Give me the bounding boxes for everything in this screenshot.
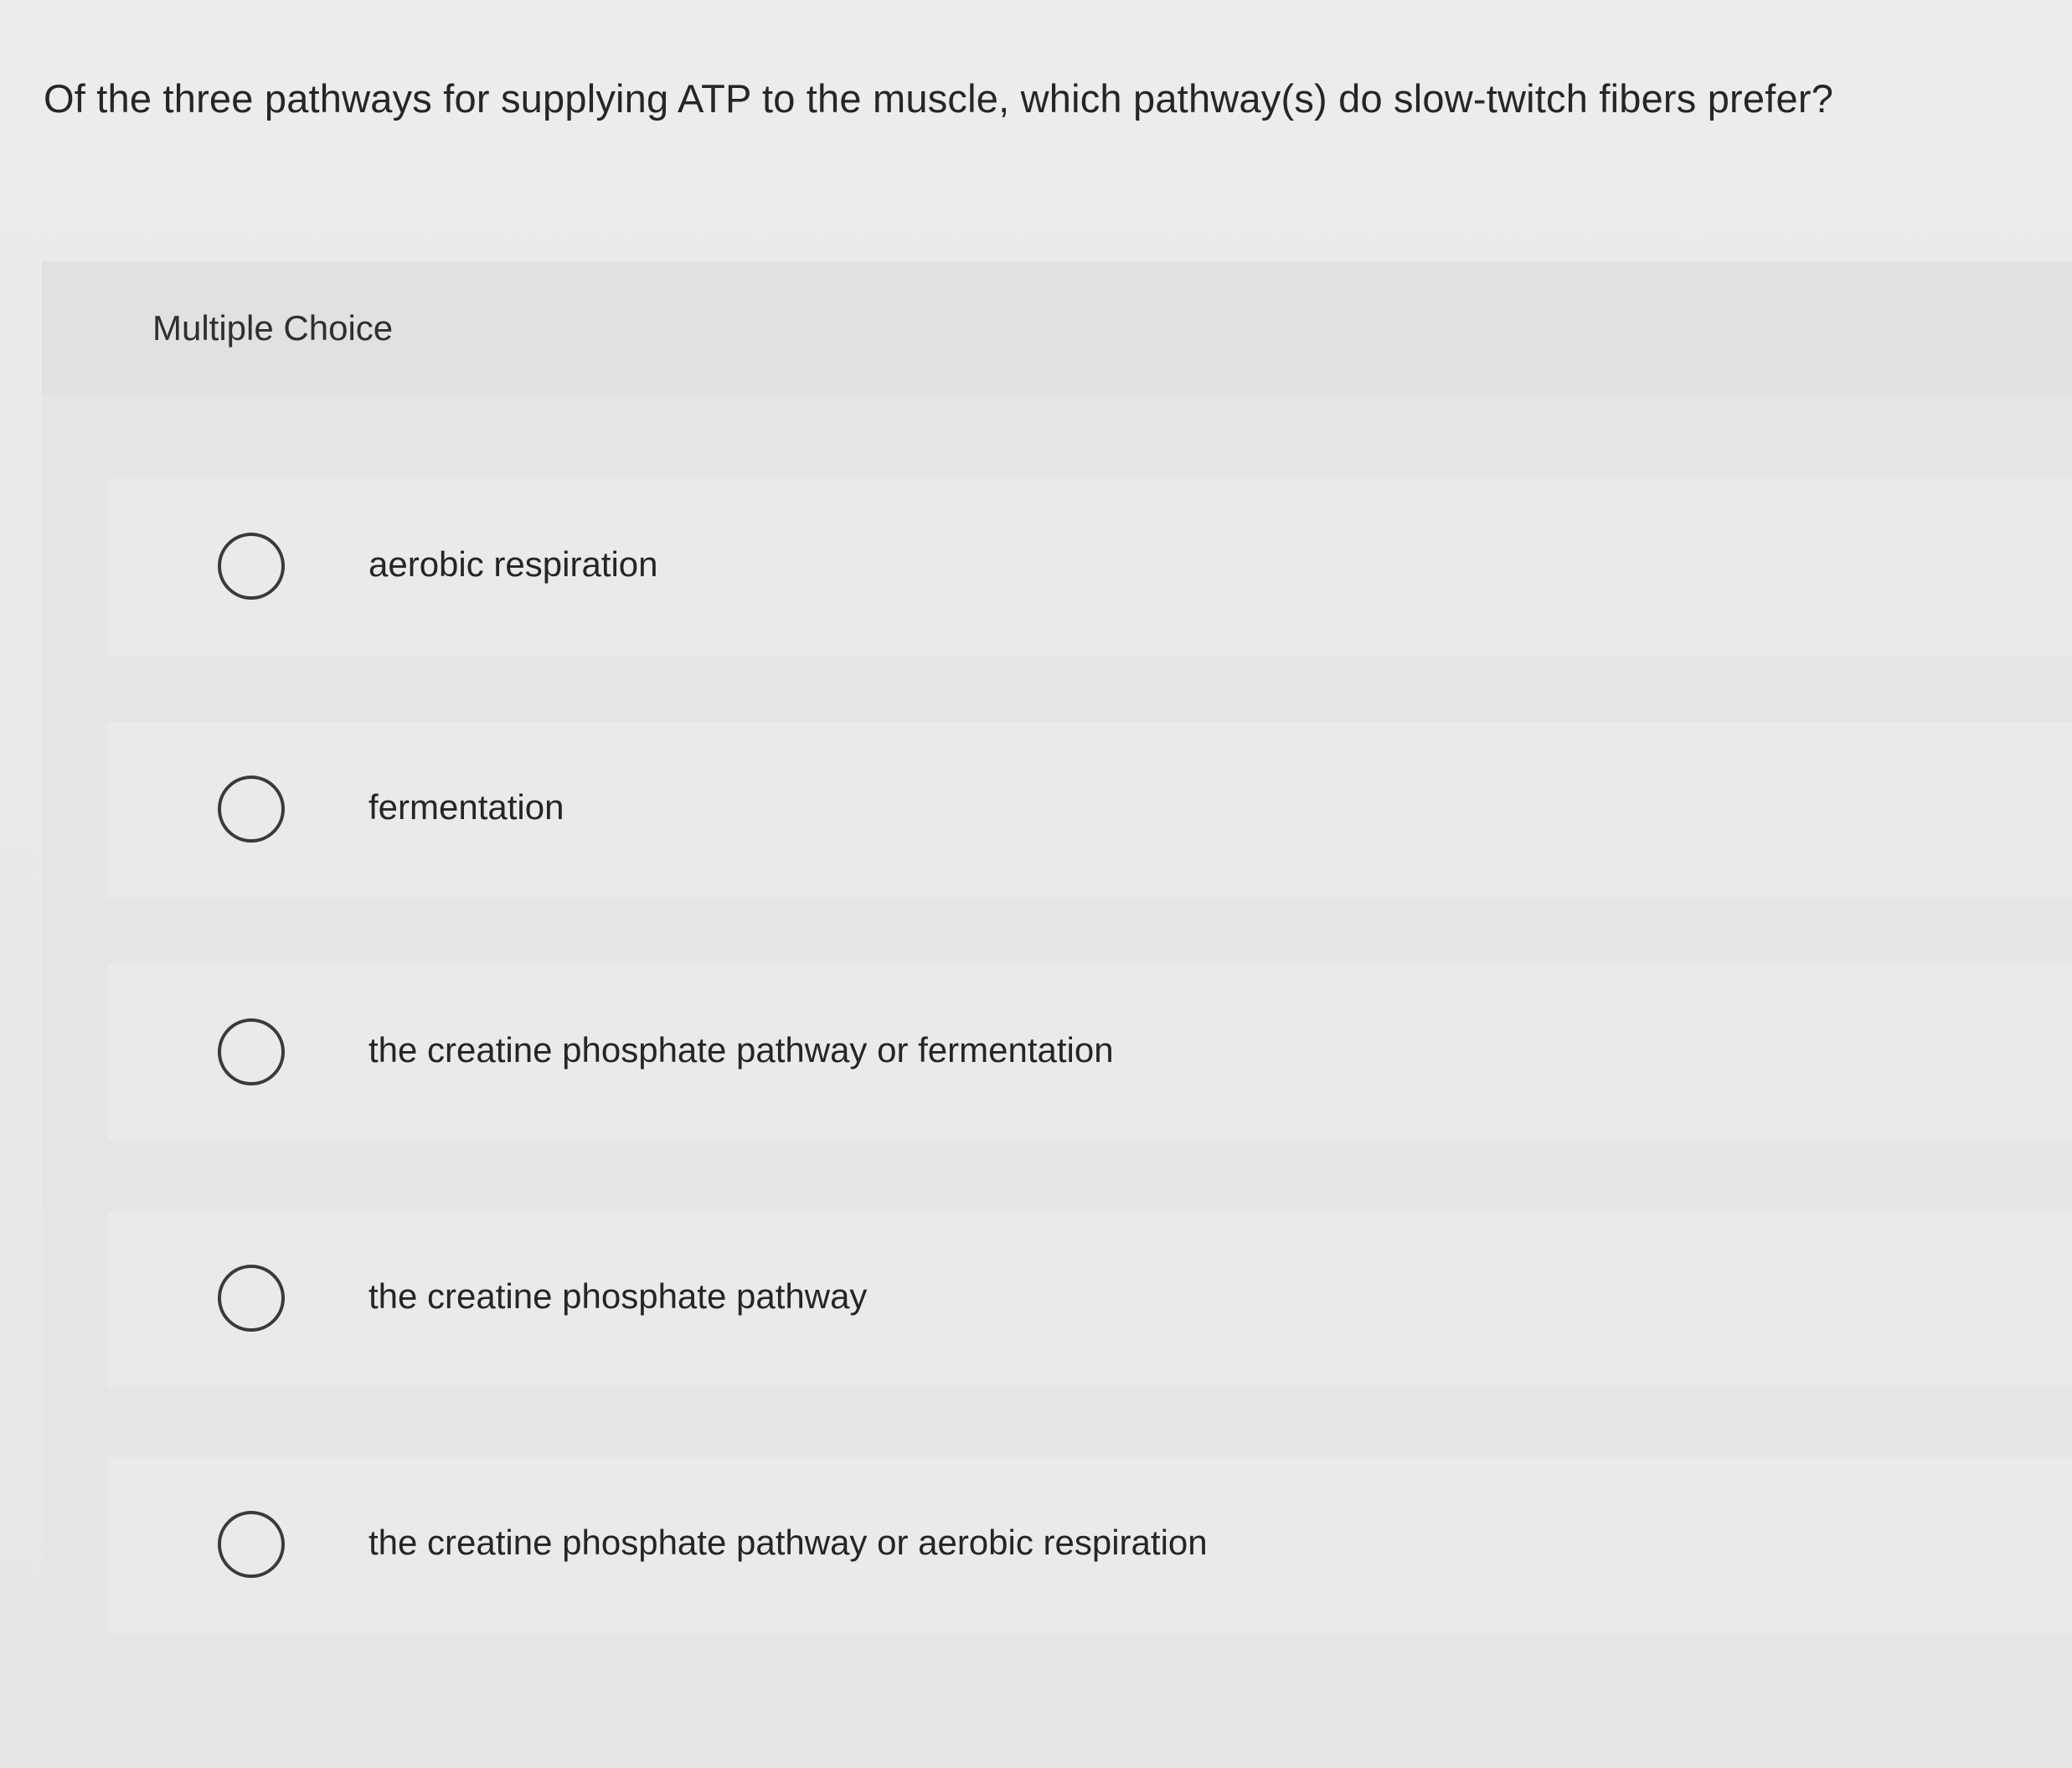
option-creatine-phosphate[interactable]: the creatine phosphate pathway bbox=[107, 1211, 2072, 1387]
option-label: the creatine phosphate pathway bbox=[369, 1276, 868, 1316]
quiz-page: Of the three pathways for supplying ATP … bbox=[0, 0, 2072, 1768]
panel-header: Multiple Choice bbox=[42, 261, 2072, 395]
radio-empty-icon[interactable] bbox=[218, 1265, 285, 1332]
radio-empty-icon[interactable] bbox=[218, 776, 285, 843]
panel-title: Multiple Choice bbox=[152, 308, 394, 348]
option-label: the creatine phosphate pathway or fermen… bbox=[369, 1030, 1114, 1070]
option-label: aerobic respiration bbox=[369, 544, 658, 584]
option-creatine-or-aerobic[interactable]: the creatine phosphate pathway or aerobi… bbox=[107, 1457, 2072, 1633]
radio-empty-icon[interactable] bbox=[218, 1511, 285, 1578]
radio-empty-icon[interactable] bbox=[218, 533, 285, 600]
radio-empty-icon[interactable] bbox=[218, 1018, 285, 1085]
option-aerobic-respiration[interactable]: aerobic respiration bbox=[107, 479, 2072, 655]
option-creatine-or-fermentation[interactable]: the creatine phosphate pathway or fermen… bbox=[107, 965, 2072, 1141]
option-label: fermentation bbox=[369, 787, 564, 827]
multiple-choice-panel: Multiple Choice aerobic respiration ferm… bbox=[42, 261, 2072, 1768]
option-fermentation[interactable]: fermentation bbox=[107, 722, 2072, 898]
question-text: Of the three pathways for supplying ATP … bbox=[44, 76, 1834, 121]
option-label: the creatine phosphate pathway or aerobi… bbox=[369, 1523, 1208, 1562]
